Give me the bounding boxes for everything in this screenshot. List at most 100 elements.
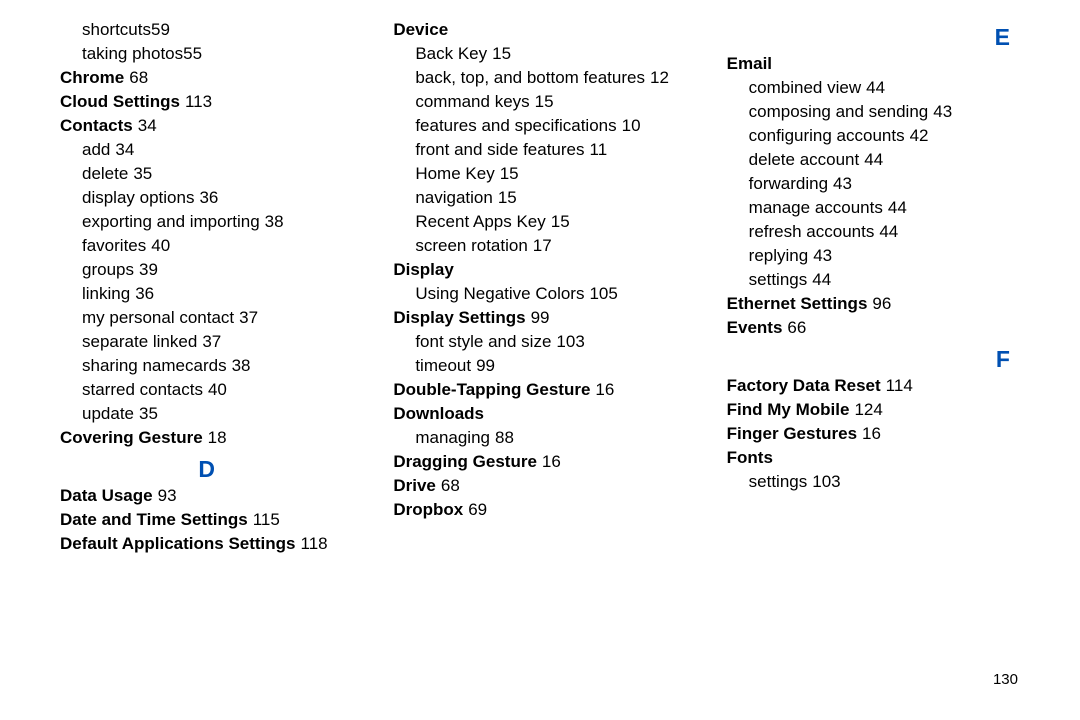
entry-label: Display — [393, 260, 453, 279]
entry-page: 37 — [239, 308, 258, 327]
entry-page: 35 — [139, 404, 158, 423]
entry-page: 69 — [468, 500, 487, 519]
entry-page: 36 — [199, 188, 218, 207]
entry-page: 99 — [531, 308, 550, 327]
entry-page: 55 — [183, 44, 202, 63]
entry-page: 40 — [208, 380, 227, 399]
index-entry: update35 — [60, 402, 353, 426]
index-heading-ethernet: Ethernet Settings96 — [727, 292, 1020, 316]
index-entry: combined view44 — [727, 76, 1020, 100]
entry-label: manage accounts — [749, 198, 883, 217]
index-heading-find-my-mobile: Find My Mobile124 — [727, 398, 1020, 422]
entry-page: 11 — [590, 140, 608, 159]
entry-page: 39 — [139, 260, 158, 279]
index-entry: forwarding43 — [727, 172, 1020, 196]
entry-label: command keys — [415, 92, 529, 111]
index-heading-dropbox: Dropbox 69 — [393, 498, 686, 522]
entry-label: forwarding — [749, 174, 828, 193]
entry-label: Back Key — [415, 44, 487, 63]
entry-label: starred contacts — [82, 380, 203, 399]
index-entry: my personal contact 37 — [60, 306, 353, 330]
entry-label: Recent Apps Key — [415, 212, 545, 231]
index-entry: replying43 — [727, 244, 1020, 268]
column-3: E Email combined view44 composing and se… — [727, 18, 1020, 556]
entry-page: 44 — [864, 150, 883, 169]
entry-page: 12 — [650, 68, 669, 87]
entry-page: 15 — [498, 188, 517, 207]
index-heading-dragging: Dragging Gesture16 — [393, 450, 686, 474]
entry-label: Double-Tapping Gesture — [393, 380, 590, 399]
page-number: 130 — [993, 671, 1018, 688]
entry-page: 43 — [933, 102, 952, 121]
index-heading-data-usage: Data Usage93 — [60, 484, 353, 508]
entry-label: my personal contact — [82, 308, 234, 327]
entry-page: 93 — [158, 486, 177, 505]
entry-page: 15 — [500, 164, 519, 183]
entry-page: 37 — [202, 332, 221, 351]
entry-label: Chrome — [60, 68, 124, 87]
entry-label: timeout — [415, 356, 471, 375]
entry-page: 42 — [910, 126, 929, 145]
index-heading-double-tapping: Double-Tapping Gesture16 — [393, 378, 686, 402]
index-entry: settings44 — [727, 268, 1020, 292]
entry-label: Factory Data Reset — [727, 376, 881, 395]
index-entry: exporting and importing38 — [60, 210, 353, 234]
index-entry: back, top, and bottom features12 — [393, 66, 686, 90]
entry-page: 15 — [551, 212, 570, 231]
entry-label: Find My Mobile — [727, 400, 850, 419]
index-entry: starred contacts 40 — [60, 378, 353, 402]
entry-label: Device — [393, 20, 448, 39]
index-heading-device: Device — [393, 18, 686, 42]
index-heading-events: Events66 — [727, 316, 1020, 340]
entry-label: Ethernet Settings — [727, 294, 868, 313]
entry-label: Cloud Settings — [60, 92, 180, 111]
entry-label: Drive — [393, 476, 436, 495]
index-entry: managing88 — [393, 426, 686, 450]
entry-page: 118 — [301, 534, 328, 553]
entry-label: delete account — [749, 150, 860, 169]
entry-label: settings — [749, 472, 808, 491]
entry-page: 124 — [854, 400, 882, 419]
index-entry: Back Key15 — [393, 42, 686, 66]
entry-label: Dropbox — [393, 500, 463, 519]
index-entry: Using Negative Colors105 — [393, 282, 686, 306]
entry-label: sharing namecards — [82, 356, 227, 375]
entry-label: configuring accounts — [749, 126, 905, 145]
entry-label: delete — [82, 164, 128, 183]
column-2: Device Back Key15 back, top, and bottom … — [393, 18, 686, 556]
entry-page: 68 — [441, 476, 460, 495]
entry-page: 113 — [185, 92, 212, 111]
index-entry: refresh accounts44 — [727, 220, 1020, 244]
entry-page: 10 — [622, 116, 641, 135]
entry-page: 59 — [151, 20, 170, 39]
entry-label: settings — [749, 270, 808, 289]
index-entry: settings103 — [727, 470, 1020, 494]
entry-label: refresh accounts — [749, 222, 875, 241]
entry-label: Covering Gesture — [60, 428, 203, 447]
entry-label: groups — [82, 260, 134, 279]
entry-page: 44 — [866, 78, 885, 97]
index-entry: composing and sending43 — [727, 100, 1020, 124]
entry-label: Events — [727, 318, 783, 337]
index-heading-contacts: Contacts34 — [60, 114, 353, 138]
index-heading-covering-gesture: Covering Gesture18 — [60, 426, 353, 450]
entry-label: display options — [82, 188, 194, 207]
entry-label: Dragging Gesture — [393, 452, 537, 471]
index-heading-date-time: Date and Time Settings115 — [60, 508, 353, 532]
index-entry: shortcuts59 — [60, 18, 353, 42]
column-1: shortcuts59 taking photos55 Chrome68 Clo… — [60, 18, 353, 556]
index-entry: linking36 — [60, 282, 353, 306]
entry-label: linking — [82, 284, 130, 303]
index-entry: screen rotation17 — [393, 234, 686, 258]
entry-page: 44 — [888, 198, 907, 217]
entry-page: 15 — [535, 92, 554, 111]
index-entry: taking photos55 — [60, 42, 353, 66]
entry-page: 96 — [872, 294, 891, 313]
index-entry: front and side features 11 — [393, 138, 686, 162]
entry-label: Default Applications Settings — [60, 534, 296, 553]
index-heading-finger-gestures: Finger Gestures16 — [727, 422, 1020, 446]
entry-label: front and side features — [415, 140, 584, 159]
index-entry: favorites40 — [60, 234, 353, 258]
entry-page: 44 — [879, 222, 898, 241]
index-entry: Home Key15 — [393, 162, 686, 186]
